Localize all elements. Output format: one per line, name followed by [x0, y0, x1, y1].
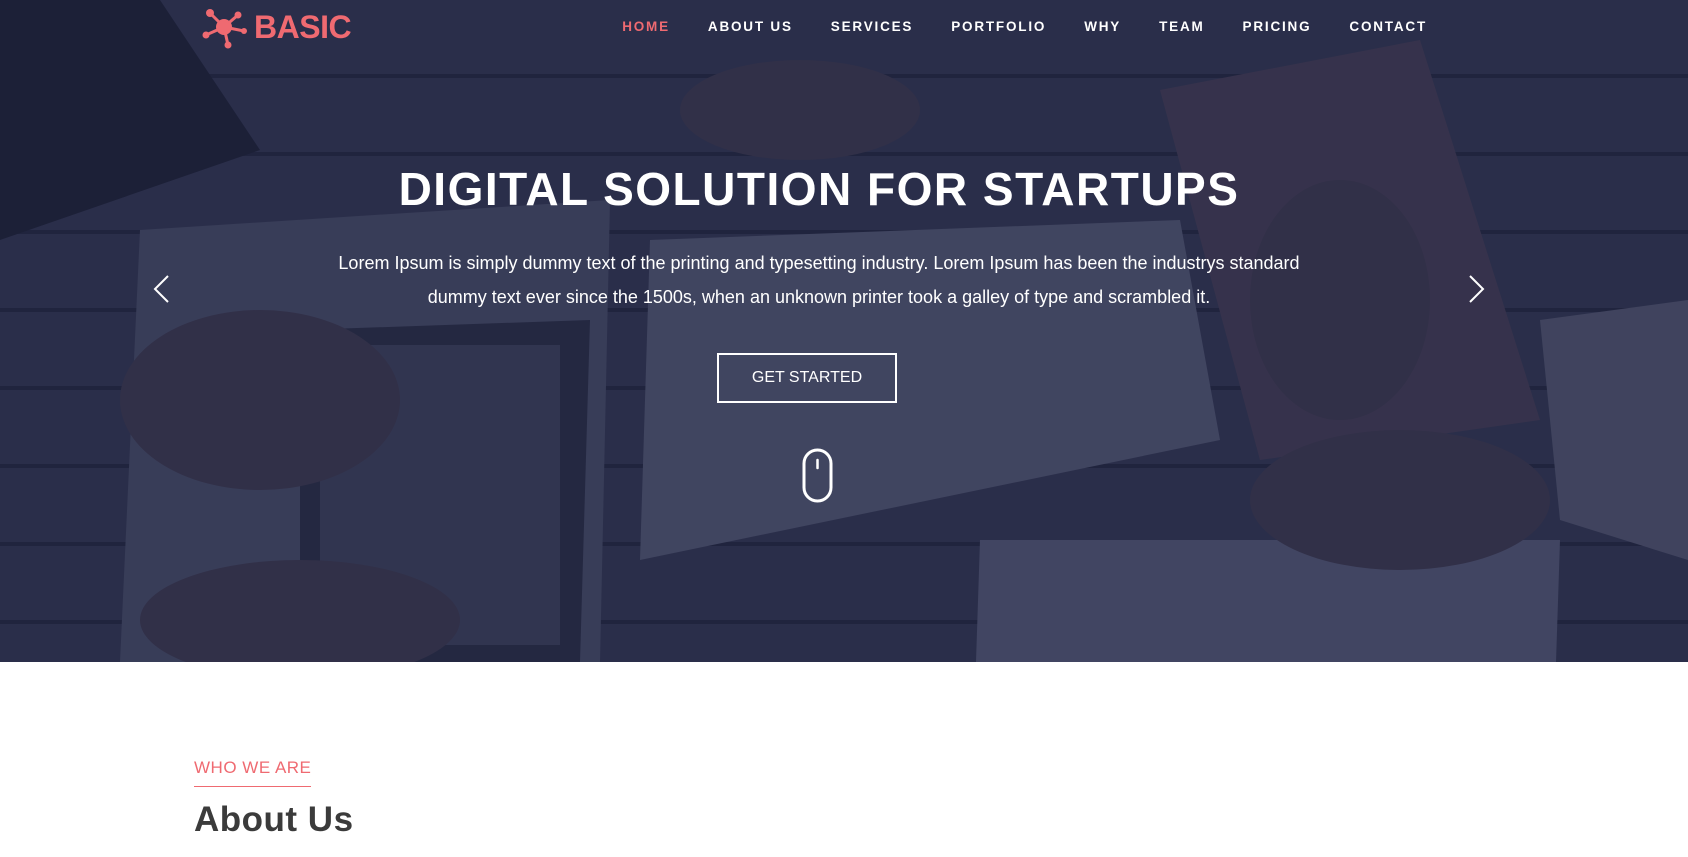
nav-item-services[interactable]: SERVICES — [831, 19, 913, 34]
hero-description-line-2: dummy text ever since the 1500s, when an… — [427, 287, 1211, 307]
nav-item-portfolio[interactable]: PORTFOLIO — [951, 19, 1046, 34]
hero-description: Lorem Ipsum is simply dummy text of the … — [290, 246, 1348, 314]
main-nav: HOME ABOUT US SERVICES PORTFOLIO WHY TEA… — [584, 0, 1427, 52]
hero-description-line-1: Lorem Ipsum is simply dummy text of the … — [338, 253, 1300, 273]
nav-item-pricing[interactable]: PRICING — [1243, 19, 1312, 34]
get-started-button[interactable]: GET STARTED — [717, 353, 897, 403]
hero-overlay — [0, 0, 1688, 662]
nav-item-home[interactable]: HOME — [622, 19, 670, 34]
about-section-title: About Us — [194, 800, 354, 839]
nav-item-team[interactable]: TEAM — [1159, 19, 1204, 34]
section-eyebrow: WHO WE ARE — [194, 758, 312, 787]
hero-section: BASIC HOME ABOUT US SERVICES PORTFOLIO W… — [0, 0, 1688, 662]
molecule-icon — [202, 9, 247, 49]
nav-item-contact[interactable]: CONTACT — [1349, 19, 1427, 34]
brand-name: BASIC — [254, 8, 352, 45]
chevron-right-icon[interactable] — [1464, 272, 1488, 306]
mouse-scroll-icon[interactable] — [802, 448, 833, 503]
navbar: BASIC HOME ABOUT US SERVICES PORTFOLIO W… — [0, 0, 1688, 52]
nav-item-about-us[interactable]: ABOUT US — [708, 19, 793, 34]
chevron-left-icon[interactable] — [150, 272, 174, 306]
hero-title: DIGITAL SOLUTION FOR STARTUPS — [398, 163, 1240, 215]
nav-item-why[interactable]: WHY — [1084, 19, 1121, 34]
brand-logo[interactable]: BASIC — [198, 5, 352, 49]
